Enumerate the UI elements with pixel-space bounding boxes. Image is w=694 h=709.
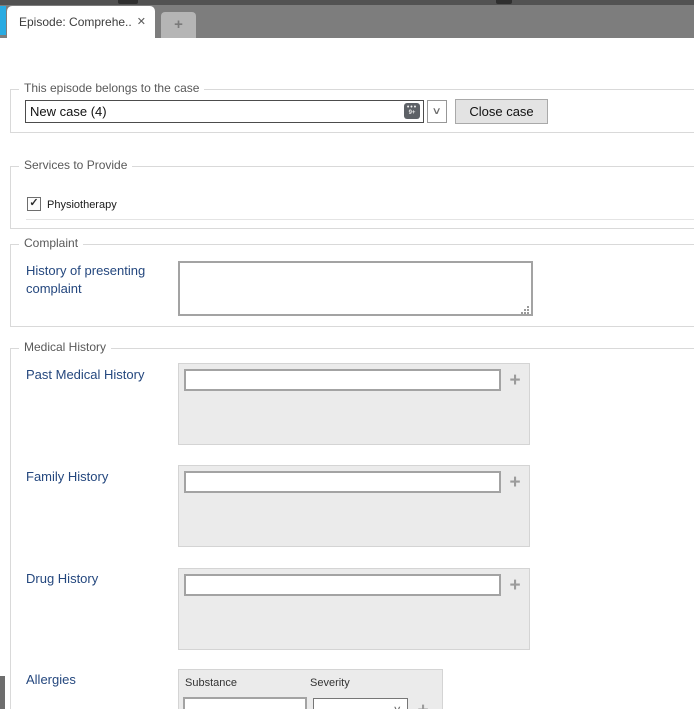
tab-episode[interactable]: Episode: Comprehe... ✕	[7, 6, 155, 38]
drug-history-input[interactable]	[184, 574, 501, 596]
close-case-button[interactable]: Close case	[455, 99, 548, 124]
severity-column-header: Severity	[310, 677, 350, 689]
history-of-presenting-complaint-label: History of presenting complaint	[26, 263, 146, 296]
family-history-input[interactable]	[184, 471, 501, 493]
medical-history-fieldset-legend: Medical History	[19, 340, 112, 354]
substance-column-header: Substance	[185, 677, 237, 689]
tab-episode-label: Episode: Comprehe...	[19, 15, 131, 29]
check-icon: ✓	[29, 197, 39, 209]
case-fieldset-legend: This episode belongs to the case	[19, 81, 205, 95]
allergies-label: Allergies	[26, 672, 76, 687]
physiotherapy-checkbox[interactable]: ✓	[27, 197, 41, 211]
episode-form-content: This episode belongs to the case ••• 9+ …	[0, 38, 694, 709]
left-scrollbar-thumb[interactable]	[0, 676, 5, 709]
family-history-label: Family History	[26, 469, 109, 484]
close-tab-icon[interactable]: ✕	[137, 16, 146, 28]
toolbar-notch	[496, 0, 512, 4]
toolbar-notch	[118, 0, 138, 4]
physiotherapy-label: Physiotherapy	[47, 199, 117, 211]
chevron-down-icon: ∨	[393, 703, 403, 709]
case-lookup-icon[interactable]: ••• 9+	[404, 103, 420, 119]
past-medical-history-input[interactable]	[184, 369, 501, 391]
services-fieldset-legend: Services to Provide	[19, 158, 133, 172]
complaint-fieldset-legend: Complaint	[19, 236, 84, 250]
case-combobox-input[interactable]	[25, 100, 424, 123]
tab-accent-stripe	[0, 6, 6, 35]
history-of-presenting-complaint-textarea[interactable]	[178, 261, 533, 316]
badge-count: 9+	[408, 110, 416, 116]
substance-input[interactable]	[183, 697, 307, 709]
episode-form-window: Episode: Comprehe... ✕ + This episode be…	[0, 0, 694, 709]
chevron-down-icon: ∨	[431, 105, 443, 117]
add-allergy-icon[interactable]: +	[412, 699, 434, 709]
case-dropdown-button[interactable]: ∨	[427, 100, 447, 123]
past-medical-history-label: Past Medical History	[26, 367, 145, 382]
add-family-history-icon[interactable]: +	[504, 471, 526, 493]
new-tab-button[interactable]: +	[161, 12, 196, 38]
add-past-medical-history-icon[interactable]: +	[504, 369, 526, 391]
add-drug-history-icon[interactable]: +	[504, 574, 526, 596]
services-divider	[26, 219, 694, 220]
severity-select[interactable]: ∨	[313, 698, 408, 709]
drug-history-label: Drug History	[26, 571, 99, 586]
resize-grip-icon[interactable]	[521, 306, 529, 314]
add-tab-icon: +	[174, 15, 183, 33]
